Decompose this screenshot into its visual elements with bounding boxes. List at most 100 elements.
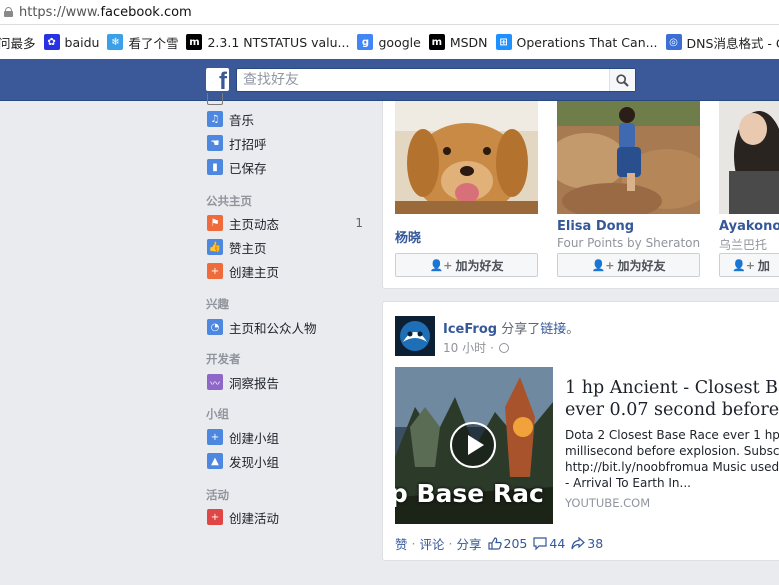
add-person-icon: 👤+ <box>732 258 755 272</box>
sidebar-item[interactable]: ▲ 发现小组 <box>207 451 367 471</box>
bookmark-item[interactable]: m 2.3.1 NTSTATUS valu... <box>186 34 349 50</box>
sidebar-section-heading[interactable]: 活动 <box>206 487 229 503</box>
add-friend-button[interactable]: 👤+ 加为好友 <box>557 253 700 277</box>
bookmark-item[interactable]: ❄ 看了个雪 <box>107 33 178 52</box>
post-author-link[interactable]: IceFrog <box>443 322 497 337</box>
sidebar-item[interactable]: 👍 赞主页 <box>207 237 367 257</box>
search-box <box>236 68 636 92</box>
rss-icon: ◔ <box>207 319 223 335</box>
plus-group-icon: + <box>207 429 223 445</box>
person-photo-ayakono[interactable] <box>719 101 779 214</box>
share-arrow-icon <box>571 537 586 550</box>
video-thumbnail[interactable]: ap Base Rac <box>395 367 553 524</box>
post-meta: 10 小时 · <box>443 339 509 356</box>
facebook-top-bar: f <box>0 59 779 101</box>
link-source: YOUTUBE.COM <box>565 496 651 510</box>
person-name[interactable]: Ayakono M <box>719 219 779 234</box>
bookmarks-bar: 问最多 ✿ baidu ❄ 看了个雪 m 2.3.1 NTSTATUS valu... g go… <box>0 25 779 59</box>
insights-chart-icon: 〰 <box>207 374 223 390</box>
cut-off-item-icon <box>207 93 223 105</box>
link-title[interactable]: 1 hp Ancient - Closest Base ever 0.07 se… <box>565 377 779 421</box>
comment-button[interactable]: 评论 <box>420 534 445 553</box>
url-bar[interactable]: https://www.facebook.com <box>0 0 779 25</box>
bookmark-item[interactable]: m MSDN <box>428 34 488 50</box>
sidebar-item[interactable]: + 创建小组 <box>207 427 367 447</box>
windows-icon: ⊞ <box>495 34 512 50</box>
add-friend-button[interactable]: 👤+ 加为好友 <box>395 253 538 277</box>
sidebar-item-label: 音乐 <box>229 112 255 128</box>
person-photo-dog[interactable] <box>395 101 538 214</box>
sidebar-section-heading[interactable]: 小组 <box>206 406 229 422</box>
sidebar-item[interactable]: 〰洞察报告 <box>207 372 367 392</box>
shares-count[interactable]: 38 <box>571 536 603 551</box>
flag-icon: ⚑ <box>207 215 223 231</box>
sidebar-item[interactable]: + 创建主页 <box>207 261 367 281</box>
play-icon[interactable] <box>450 422 496 468</box>
thumbs-up-icon: 👍 <box>207 239 223 255</box>
sidebar-item-label: 主页和公众人物 <box>229 320 317 336</box>
bookmark-item[interactable]: ✿ baidu <box>43 34 99 50</box>
sidebar-item-label: 创建活动 <box>229 510 280 526</box>
msdn-m-icon: m <box>186 34 203 50</box>
like-button[interactable]: 赞 <box>395 534 408 553</box>
google-icon: g <box>357 34 374 50</box>
facebook-logo-icon[interactable]: f <box>206 68 229 91</box>
post-timestamp[interactable]: 10 小时 <box>443 339 486 356</box>
poke-hand-icon: ☚ <box>207 135 223 151</box>
post-header: IceFrog 分享了链接。 <box>443 322 580 337</box>
sidebar-item-label: 创建小组 <box>229 430 280 446</box>
sidebar-section-heading[interactable]: 兴趣 <box>206 296 229 312</box>
bookmark-item[interactable]: g google <box>357 34 421 50</box>
sidebar-item[interactable]: ◔ 主页和公众人物 <box>207 317 367 337</box>
baidu-paw-icon: ✿ <box>43 34 60 50</box>
link-description: Dota 2 Closest Base Race ever 1 hp A mil… <box>565 428 779 490</box>
bookmark-item[interactable]: 问最多 <box>0 33 36 52</box>
shared-link-text[interactable]: 链接 <box>540 322 566 337</box>
sidebar-item[interactable]: ▮ 已保存 <box>207 157 367 177</box>
share-button[interactable]: 分享 <box>457 534 482 553</box>
thumbs-up-icon <box>487 537 502 550</box>
comments-count[interactable]: 44 <box>533 536 565 551</box>
bookmark-icon: ▮ <box>207 159 223 175</box>
sidebar-item-label: 打招呼 <box>229 136 267 152</box>
add-person-icon: 👤+ <box>429 258 453 272</box>
link-preview[interactable]: ap Base Rac 1 hp Ancient - Closest Base … <box>395 367 779 524</box>
feed-post: IceFrog 分享了链接。 10 小时 · ap Base Rac 1 hp … <box>382 301 779 561</box>
bookmark-item[interactable]: ◎DNS消息格式 - Cobb... <box>665 33 779 52</box>
snowflake-icon: ❄ <box>107 34 124 50</box>
globe-icon[interactable] <box>498 342 509 353</box>
person-subtitle: 乌兰巴托 <box>719 238 768 252</box>
thumbnail-caption: ap Base Rac <box>395 479 544 508</box>
person-photo-elisa[interactable] <box>557 101 700 214</box>
search-button[interactable] <box>609 69 635 91</box>
search-input[interactable] <box>237 69 609 91</box>
people-you-may-know-card: 杨晓 👤+ 加为好友 Elisa Dong Four Points by Sher… <box>382 101 779 289</box>
create-page-icon: + <box>207 263 223 279</box>
add-friend-button[interactable]: 👤+ 加 <box>719 253 779 277</box>
music-note-icon: ♫ <box>207 111 223 127</box>
post-actions: 赞 · 评论 · 分享 205 44 38 <box>395 534 604 553</box>
sidebar-section-heading[interactable]: 开发者 <box>206 351 241 367</box>
likes-count[interactable]: 205 <box>487 536 527 551</box>
sidebar-item[interactable]: ♫ 音乐 <box>207 109 367 129</box>
sidebar-section-heading[interactable]: 公共主页 <box>206 193 252 209</box>
comment-bubble-icon <box>533 537 547 550</box>
person-name[interactable]: Elisa Dong <box>557 219 634 234</box>
sidebar-item-label: 赞主页 <box>229 240 267 256</box>
author-avatar[interactable] <box>395 316 435 356</box>
calendar-plus-icon: + <box>207 509 223 525</box>
search-icon <box>616 73 629 87</box>
bookmark-item[interactable]: ⊞ Operations That Can... <box>495 34 658 50</box>
spiral-icon: ◎ <box>665 34 682 50</box>
lock-icon <box>4 7 13 17</box>
sidebar-item-label: 发现小组 <box>229 454 280 470</box>
msdn-m-icon: m <box>428 34 445 50</box>
sidebar-item[interactable]: ⚑ 主页动态 1 <box>207 213 367 233</box>
sidebar-item-label: 主页动态 <box>229 216 280 232</box>
sidebar-item[interactable]: + 创建活动 <box>207 507 367 527</box>
person-name[interactable]: 杨晓 <box>395 227 421 246</box>
rocket-icon: ▲ <box>207 453 223 469</box>
url-text[interactable]: https://www.facebook.com <box>19 5 192 20</box>
add-person-icon: 👤+ <box>591 258 615 272</box>
sidebar-item[interactable]: ☚ 打招呼 <box>207 133 367 153</box>
